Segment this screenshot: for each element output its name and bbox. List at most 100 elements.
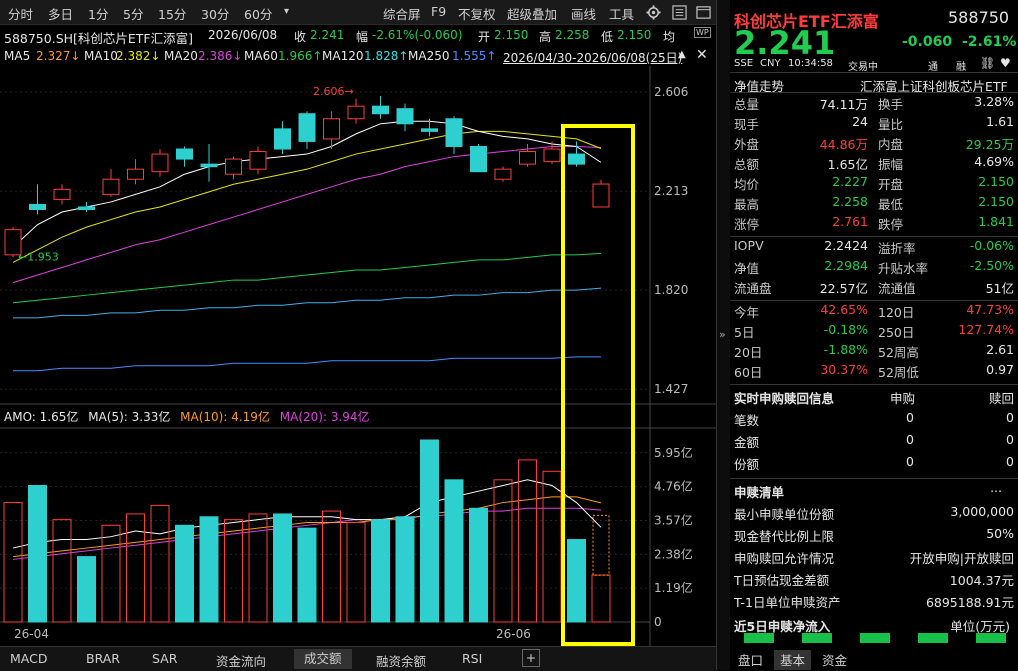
period-tab-15min[interactable]: 15分 — [158, 4, 186, 23]
expand-arrow-icon[interactable]: » — [719, 328, 726, 341]
ma20-line — [12, 145, 602, 284]
stat-row: 总额 1.65亿 振幅 4.69% — [730, 154, 1018, 176]
ma250-line — [13, 356, 601, 372]
stat-label: 均价 — [734, 177, 760, 192]
tab-capital[interactable]: 资金 — [816, 650, 853, 670]
kline-chart[interactable]: 2.606 2.213 1.820 1.427 5.95亿 4.76亿 3.57亿 2.38亿… — [0, 66, 716, 646]
low-value: 2.150 — [617, 28, 652, 42]
ma10-value: 2.382↓ — [116, 49, 161, 63]
stat-label: 跌停 — [878, 217, 904, 232]
volume-bar — [199, 516, 219, 623]
tool-f9[interactable]: F9 — [431, 4, 446, 19]
stat-label: 今年 — [734, 305, 760, 320]
stat-value: 2.227 — [832, 174, 868, 189]
tool-no-adjust[interactable]: 不复权 — [458, 4, 496, 23]
period-tab-intraday[interactable]: 分时 — [8, 4, 33, 23]
stat-label: 52周高 — [878, 345, 919, 360]
tab-macd[interactable]: MACD — [10, 651, 47, 666]
ma10-label: MA10 — [84, 49, 118, 63]
period-tab-1min[interactable]: 1分 — [88, 4, 108, 23]
tag-link-icon[interactable]: ⛓ — [980, 56, 995, 70]
redemption-row-label: T日预估现金差额 — [734, 573, 830, 588]
period-tab-30min[interactable]: 30分 — [201, 4, 229, 23]
tab-margin-balance[interactable]: 融资余额 — [376, 651, 426, 670]
period-tab-5min[interactable]: 5分 — [123, 4, 143, 23]
fund-code: 588750 — [948, 8, 1010, 27]
volume-bar — [273, 513, 292, 623]
tab-sar[interactable]: SAR — [152, 651, 177, 666]
security-code-name: 588750.SH[科创芯片ETF汇添富] — [4, 31, 194, 46]
tab-turnover[interactable]: 成交额 — [294, 649, 352, 669]
stat-row: IOPV 2.2424 溢折率 -0.06% — [730, 238, 1018, 260]
stat-value: -2.50% — [969, 258, 1014, 273]
realtime-sell-value: 0 — [1006, 432, 1014, 447]
tab-brar[interactable]: BRAR — [86, 651, 120, 666]
gear-icon[interactable] — [646, 5, 661, 20]
stat-label: 量比 — [878, 117, 904, 132]
stat-row: 最高 2.258 最低 2.150 — [730, 194, 1018, 216]
volume-bar — [469, 507, 488, 623]
amo-ma5: MA(5): 3.33亿 — [88, 410, 171, 424]
volume-tick-label: 4.76亿 — [654, 479, 693, 494]
tool-tools[interactable]: 工具 — [609, 4, 634, 23]
period-tab-multiday[interactable]: 多日 — [48, 4, 73, 23]
stat-row: 流通盘 22.57亿 流通值 51亿 — [730, 278, 1018, 300]
tool-drawing[interactable]: 画线 — [571, 4, 596, 23]
high-marker-label: 2.606→ — [313, 85, 354, 98]
period-tab-60min[interactable]: 60分 — [244, 4, 272, 23]
collapse-up-icon[interactable]: ▲ — [678, 49, 686, 60]
volume-bar — [297, 527, 317, 623]
stat-value: 127.74% — [958, 322, 1014, 337]
close-icon[interactable]: ✕ — [696, 47, 708, 63]
candle-body — [78, 206, 95, 210]
realtime-title: 实时申购赎回信息 — [734, 391, 835, 406]
close-label: 收 — [294, 30, 307, 44]
tab-fund-flow[interactable]: 资金流向 — [216, 651, 266, 670]
stat-label: 52周低 — [878, 365, 919, 380]
stat-label: 振幅 — [878, 157, 904, 172]
wp-badge[interactable]: WP — [694, 27, 711, 38]
x-axis-label: 26-06 — [496, 627, 531, 641]
stat-label: 最低 — [878, 197, 904, 212]
volume-bar — [346, 521, 366, 623]
date-range[interactable]: 2026/04/30-2026/06/08(25日) — [503, 49, 682, 66]
tab-basics[interactable]: 基本 — [774, 650, 812, 670]
tool-composite-screen[interactable]: 综合屏 — [383, 4, 421, 23]
tab-rsi[interactable]: RSI — [462, 651, 482, 666]
volume-bars — [3, 439, 611, 623]
ma60-label: MA60 — [244, 49, 278, 63]
redemption-row-value: 50% — [986, 526, 1014, 541]
candle-body — [470, 145, 487, 173]
ma120-label: MA120 — [322, 49, 364, 63]
tab-order-book[interactable]: 盘口 — [732, 650, 769, 670]
tag-rong: 融 — [956, 62, 966, 73]
window-icon[interactable] — [696, 5, 711, 20]
ma120-value: 1.828↑ — [364, 49, 409, 63]
redemption-row-label: T-1日单位申赎资产 — [734, 595, 841, 610]
ma60-line — [12, 252, 602, 304]
stat-label: 开盘 — [878, 177, 904, 192]
stat-value: 22.57亿 — [819, 281, 868, 296]
stat-row: 20日 -1.88% 52周高 2.61 — [730, 342, 1018, 364]
stat-label: 流通盘 — [734, 281, 772, 296]
quote-info-line: 588750.SH[科创芯片ETF汇添富] 2026/06/08 收 2.241… — [0, 24, 716, 46]
quote-panel: 科创芯片ETF汇添富 588750 2.241 -0.060 -2.61% SS… — [730, 0, 1018, 670]
stat-row: 今年 42.65% 120日 47.73% — [730, 302, 1018, 324]
candle-body — [102, 178, 120, 195]
stat-value: 2.2424 — [824, 238, 868, 253]
stat-label: 换手 — [878, 97, 904, 112]
tool-super-overlay[interactable]: 超级叠加 — [507, 4, 557, 23]
stat-label: 外盘 — [734, 137, 760, 152]
candle-body — [323, 118, 340, 140]
stat-value: 74.11万 — [819, 97, 868, 112]
volume-projection — [592, 514, 610, 576]
stat-value: 3.28% — [974, 94, 1014, 109]
volume-bar — [28, 485, 47, 623]
stat-label: 60日 — [734, 365, 763, 380]
tag-heart-icon[interactable]: ♥ — [1000, 56, 1011, 70]
list-icon[interactable] — [672, 5, 687, 20]
amo-value: AMO: 1.65亿 — [4, 410, 79, 424]
add-tab-button[interactable]: + — [522, 649, 540, 667]
period-more-dropdown[interactable]: ▾ — [284, 6, 289, 17]
stat-label: 溢折率 — [878, 241, 916, 256]
